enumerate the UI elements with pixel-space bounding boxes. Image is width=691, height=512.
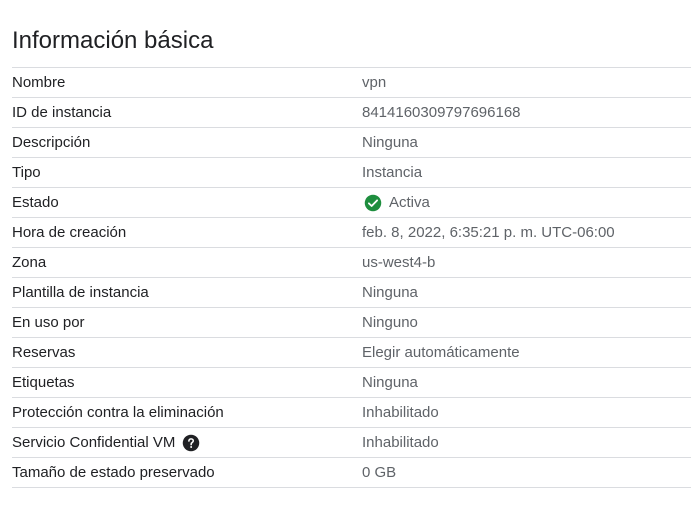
property-value: Instancia	[362, 164, 423, 181]
property-label: Tamaño de estado preservado	[12, 464, 215, 481]
property-row-labels: Etiquetas Ninguna	[12, 368, 691, 398]
property-label: Descripción	[12, 134, 91, 151]
property-label: Etiquetas	[12, 374, 75, 391]
property-row-zone: Zona us-west4-b	[12, 248, 691, 278]
check-circle-icon	[364, 194, 382, 211]
property-row-preserved-state-size: Tamaño de estado preservado 0 GB	[12, 458, 691, 488]
property-row-type: Tipo Instancia	[12, 158, 691, 188]
section-title: Información básica	[12, 27, 214, 54]
property-value: Ninguna	[362, 374, 418, 391]
property-label: Estado	[12, 194, 59, 211]
property-row-description: Descripción Ninguna	[12, 128, 691, 158]
property-value: vpn	[362, 74, 387, 91]
property-label: Reservas	[12, 344, 76, 361]
property-label: ID de instancia	[12, 104, 112, 121]
property-value: 0 GB	[362, 464, 397, 481]
property-row-instance-id: ID de instancia 8414160309797696168	[12, 98, 691, 128]
property-value: Elegir automáticamente	[362, 344, 520, 361]
status-value: Activa	[362, 194, 430, 212]
property-value: Ninguno	[362, 314, 418, 331]
help-icon[interactable]	[182, 434, 200, 452]
property-label: Protección contra la eliminación	[12, 404, 224, 421]
status-text: Activa	[389, 194, 430, 211]
property-row-instance-template: Plantilla de instancia Ninguna	[12, 278, 691, 308]
basic-info-table: Nombre vpn ID de instancia 8414160309797…	[12, 67, 691, 488]
property-label: Zona	[12, 254, 47, 271]
property-row-deletion-protection: Protección contra la eliminación Inhabil…	[12, 398, 691, 428]
property-label: En uso por	[12, 314, 85, 331]
property-row-in-use-by: En uso por Ninguno	[12, 308, 691, 338]
property-row-name: Nombre vpn	[12, 68, 691, 98]
property-label-with-help: Servicio Confidential VM	[12, 434, 362, 452]
property-row-status: Estado Activa	[12, 188, 691, 218]
property-value: Ninguna	[362, 134, 418, 151]
property-value: Inhabilitado	[362, 404, 439, 421]
property-row-creation-time: Hora de creación feb. 8, 2022, 6:35:21 p…	[12, 218, 691, 248]
property-value: Inhabilitado	[362, 434, 439, 451]
property-value: feb. 8, 2022, 6:35:21 p. m. UTC-06:00	[362, 224, 615, 241]
property-label: Servicio Confidential VM	[12, 434, 176, 451]
property-row-confidential-vm: Servicio Confidential VM Inhabilitado	[12, 428, 691, 458]
property-row-reservations: Reservas Elegir automáticamente	[12, 338, 691, 368]
property-label: Nombre	[12, 74, 66, 91]
property-value: us-west4-b	[362, 254, 436, 271]
property-label: Plantilla de instancia	[12, 284, 149, 301]
property-value: 8414160309797696168	[362, 104, 521, 121]
property-label: Hora de creación	[12, 224, 127, 241]
property-value: Ninguna	[362, 284, 418, 301]
property-label: Tipo	[12, 164, 41, 181]
